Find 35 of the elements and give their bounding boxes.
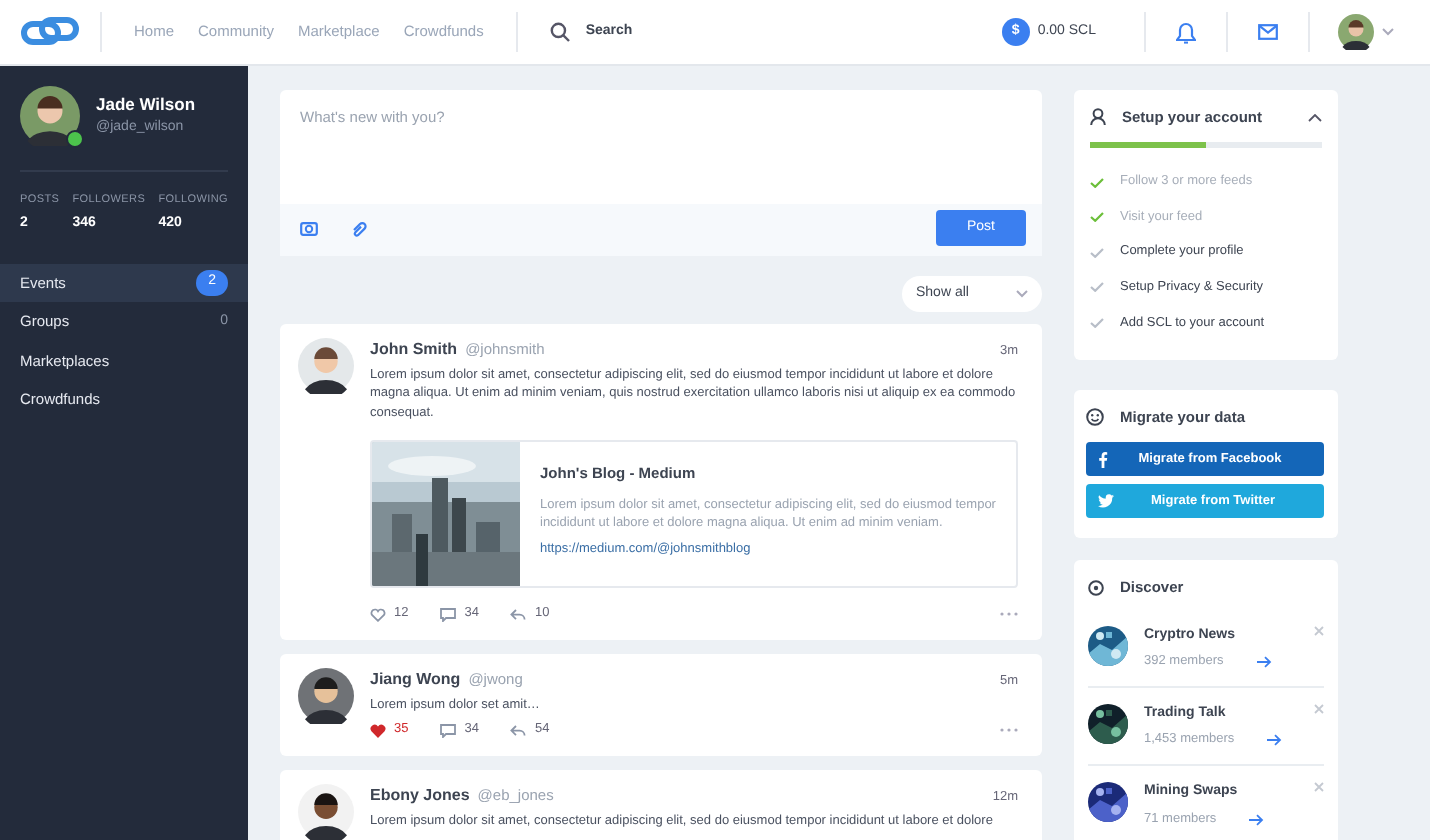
caret-icon: [1382, 28, 1394, 36]
reply-icon[interactable]: [510, 723, 527, 738]
comment-icon[interactable]: [440, 607, 457, 622]
heart-icon[interactable]: [370, 723, 386, 738]
logo-icon[interactable]: [20, 14, 80, 50]
collapse-icon[interactable]: [1308, 113, 1322, 122]
avatar-icon: [298, 668, 354, 725]
user-menu[interactable]: [1338, 14, 1394, 50]
more-icon[interactable]: [1000, 728, 1018, 733]
avatar-icon: [298, 338, 354, 394]
avatar-icon: [298, 784, 354, 840]
author-name[interactable]: Jiang Wong: [370, 668, 461, 693]
reply-icon[interactable]: [510, 607, 527, 622]
smiley-icon: [1086, 408, 1104, 427]
author-name[interactable]: Ebony Jones: [370, 784, 470, 809]
avatar-icon: [1338, 14, 1374, 50]
avatar-icon: [20, 86, 80, 146]
user-icon: [1090, 108, 1106, 127]
twitter-icon: [1098, 494, 1114, 509]
paperclip-icon[interactable]: [350, 219, 368, 237]
more-icon[interactable]: [1000, 612, 1018, 617]
search-icon[interactable]: [549, 22, 570, 42]
camera-icon[interactable]: [300, 220, 318, 236]
profile-name: Jade Wilson: [96, 92, 196, 119]
mail-icon[interactable]: [1258, 24, 1278, 40]
link-preview-card[interactable]: [370, 440, 1018, 589]
author-name[interactable]: John Smith: [370, 338, 458, 362]
facebook-icon: [1098, 451, 1108, 468]
arrow-right-icon[interactable]: [1248, 813, 1265, 826]
comment-icon[interactable]: [440, 723, 457, 738]
heart-icon[interactable]: [370, 607, 386, 622]
arrow-right-icon[interactable]: [1255, 656, 1272, 669]
arrow-right-icon[interactable]: [1266, 734, 1283, 747]
bell-icon[interactable]: [1176, 21, 1196, 43]
caret-icon: [1016, 290, 1028, 298]
